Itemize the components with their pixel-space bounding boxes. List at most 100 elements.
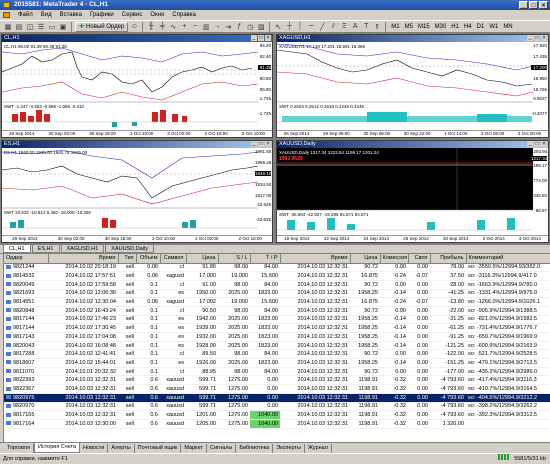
expert-advisors-icon[interactable]: ☺	[129, 22, 139, 32]
tab-mailbox[interactable]: Почтовый ящик	[135, 443, 182, 453]
cursor-icon[interactable]: ↖	[273, 22, 283, 32]
maximize-button[interactable]: □	[529, 1, 538, 9]
zoom-out-icon[interactable]: −	[190, 22, 200, 32]
line-chart-icon[interactable]: ∿	[168, 22, 178, 32]
column-header[interactable]: Объем	[136, 254, 161, 264]
table-row[interactable]: 9821244 2014.10.02 20:18:19 sell 0.06 cl 91.8…	[4, 263, 550, 273]
menu-charts[interactable]: Графики	[86, 10, 118, 20]
tab-journal[interactable]: Журнал	[305, 443, 332, 453]
channel-icon[interactable]: ⫽	[328, 22, 338, 32]
column-header[interactable]: Прибыль	[430, 254, 467, 264]
menu-file[interactable]: Файл	[14, 10, 37, 20]
minimize-button[interactable]: _	[519, 1, 528, 9]
menu-help[interactable]: Справка	[168, 10, 200, 20]
chart-window-xauusd[interactable]: XAUUSD,Daily _ □ × XAUUSD,Daily 1217.34 12…	[276, 140, 549, 243]
table-row[interactable]: 9814551 2014.10.02 12:30:04 sell 0.06 xagusd…	[4, 297, 550, 307]
chart-maximize-button[interactable]: □	[258, 141, 264, 147]
fibonacci-icon[interactable]: Ξ	[339, 22, 349, 32]
menu-view[interactable]: Вид	[37, 10, 56, 20]
chart-close-button[interactable]: ×	[265, 141, 271, 147]
column-header[interactable]: S / L	[218, 254, 251, 264]
close-button[interactable]: ×	[539, 1, 548, 9]
menu-window[interactable]: Окно	[146, 10, 168, 20]
timeframe-m5[interactable]: M5	[403, 22, 415, 32]
menu-tools[interactable]: Сервис	[118, 10, 147, 20]
table-row[interactable]: 9820848 2014.10.02 16:43:24 sell 0.1 cl 90.50…	[4, 306, 550, 316]
table-row[interactable]: 9817164 2014.10.03 12:30:00 sell 0.6 xauusd 1…	[4, 419, 550, 429]
column-header[interactable]: Своп	[408, 254, 431, 264]
timeframe-h4[interactable]: H4	[462, 22, 474, 32]
tester-icon[interactable]: ▣	[58, 22, 68, 32]
crosshair-icon[interactable]: ┼	[284, 22, 294, 32]
table-row[interactable]: 9817143 2014.10.02 17:04:08 sell 0.1 es 1932.…	[4, 332, 550, 342]
tab-news[interactable]: Новости	[80, 443, 109, 453]
table-row[interactable]: 9817165 2014.10.03 12:32:31 sell 0.6 xauusd 1…	[4, 410, 550, 420]
timeframe-d1[interactable]: D1	[475, 22, 487, 32]
table-row[interactable]: 9814532 2014.10.02 17:57:51 sell 0.06 xagusd…	[4, 271, 550, 281]
column-header[interactable]: Комментарий	[466, 254, 550, 264]
chart-minimize-button[interactable]: _	[251, 141, 257, 147]
tile-windows-icon[interactable]: ▥	[201, 22, 211, 32]
chart-window-xagusd[interactable]: XAGUSD,H1 _ □ × XAGUSD,H1 17.140 17.201 16…	[276, 34, 549, 138]
market-watch-icon[interactable]: ◫	[25, 22, 35, 32]
profiles-icon[interactable]: ▤	[14, 22, 24, 32]
column-header[interactable]: Время	[48, 254, 119, 264]
table-row[interactable]: 9821693 2014.10.02 12:06:36 sell 0.1 es 1950.…	[4, 289, 550, 299]
chart-window-cl[interactable]: CL,H1 _ □ × CL,H1 90.02 91.39 90.48 91.38 …	[1, 34, 273, 138]
table-row[interactable]: 9817144 2014.10.02 17:46:23 sell 0.1 es 1942.…	[4, 315, 550, 325]
tab-library[interactable]: Библиотека	[236, 443, 274, 453]
new-order-button[interactable]: ✚ Новый Ордер	[75, 21, 129, 32]
timeframe-h1[interactable]: H1	[449, 22, 461, 32]
chart-close-button[interactable]: ×	[541, 35, 547, 41]
column-header[interactable]: Цена	[186, 254, 219, 264]
chart-tab-xauusd[interactable]: XAUUSD,Daily	[105, 245, 154, 253]
column-header[interactable]: T / P	[250, 254, 281, 264]
indicators-icon[interactable]: ƒ	[234, 22, 244, 32]
autoscroll-icon[interactable]: →	[212, 22, 222, 32]
templates-icon[interactable]: ▧	[256, 22, 266, 32]
column-header[interactable]: Комиссия	[380, 254, 409, 264]
timeframe-w1[interactable]: W1	[487, 22, 500, 32]
chart-minimize-button[interactable]: _	[527, 35, 533, 41]
tab-trade[interactable]: Торговля	[4, 443, 34, 453]
navigator-icon[interactable]: ☰	[36, 22, 46, 32]
column-header[interactable]: Символ	[160, 254, 187, 264]
chart-maximize-button[interactable]: □	[258, 35, 264, 41]
tab-experts[interactable]: Эксперты	[273, 443, 305, 453]
chart-shift-icon[interactable]: ⇥	[223, 22, 233, 32]
periods-icon[interactable]: ◷	[245, 22, 255, 32]
chart-window-es[interactable]: ES,H1 _ □ × ES,H1 1940.00 1945.00 1942.75 …	[1, 140, 273, 243]
arrows-icon[interactable]: ⇑	[372, 22, 382, 32]
terminal-icon[interactable]: ▭	[47, 22, 57, 32]
column-header[interactable]: Цена	[350, 254, 381, 264]
label-icon[interactable]: T	[361, 22, 371, 32]
chart-minimize-button[interactable]: _	[527, 141, 533, 147]
chart-tab-xagusd[interactable]: XAGUSD,H1	[60, 245, 105, 253]
table-row[interactable]: 9818607 2014.10.02 15:44:01 sell 0.1 es 1926.…	[4, 358, 550, 368]
tab-alerts[interactable]: Алерты	[108, 443, 135, 453]
column-header[interactable]: Время	[280, 254, 351, 264]
column-header[interactable]: Тип	[118, 254, 137, 264]
text-icon[interactable]: A	[350, 22, 360, 32]
table-row[interactable]: 9820975 2014.10.03 12:32:31 sell 0.6 xauusd 5…	[4, 393, 550, 403]
candlestick-icon[interactable]: ╪	[157, 22, 167, 32]
chart-maximize-button[interactable]: □	[534, 35, 540, 41]
table-row[interactable]: 9822367 2014.10.03 12:32:31 sell 0.6 xauusd 5…	[4, 384, 550, 394]
tab-market[interactable]: Маркет	[181, 443, 208, 453]
tab-account-history[interactable]: История Счета	[33, 443, 81, 453]
zoom-in-icon[interactable]: +	[179, 22, 189, 32]
bar-chart-icon[interactable]: ╫	[146, 22, 156, 32]
table-row[interactable]: 9817144 2014.10.02 17:30:45 sell 0.1 es 1939.…	[4, 323, 550, 333]
menu-insert[interactable]: Вставка	[56, 10, 86, 20]
chart-maximize-button[interactable]: □	[534, 141, 540, 147]
horizontal-line-icon[interactable]: ─	[306, 22, 316, 32]
timeframe-m15[interactable]: M15	[416, 22, 432, 32]
timeframe-m1[interactable]: M1	[389, 22, 401, 32]
chart-tab-cl[interactable]: CL,H1	[3, 245, 31, 253]
chart-close-button[interactable]: ×	[541, 141, 547, 147]
tab-signals[interactable]: Сигналы	[207, 443, 237, 453]
new-chart-icon[interactable]: ▦	[3, 22, 13, 32]
chart-minimize-button[interactable]: _	[251, 35, 257, 41]
table-row[interactable]: 9820970 2014.10.03 12:32:31 sell 0.6 xauusd 5…	[4, 402, 550, 412]
timeframe-mn[interactable]: MN	[501, 22, 514, 32]
